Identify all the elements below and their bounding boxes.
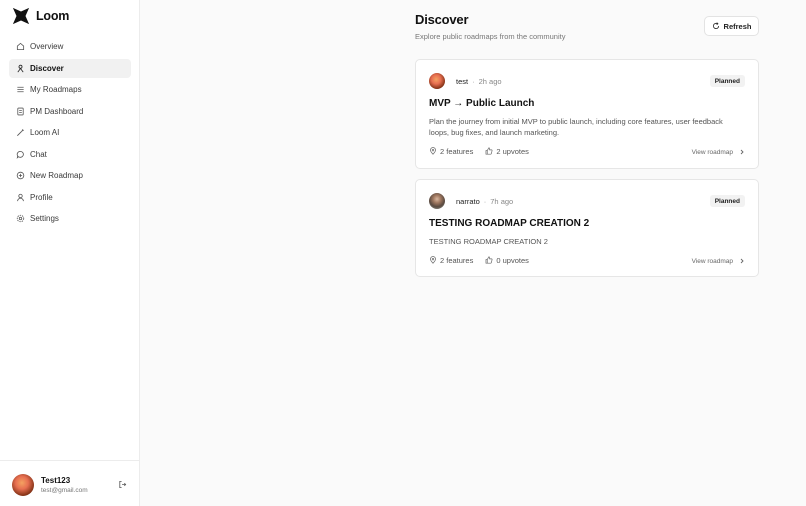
brand[interactable]: Loom bbox=[12, 7, 69, 25]
avatar[interactable] bbox=[12, 474, 34, 496]
features-label: 2 features bbox=[440, 146, 474, 156]
sidebar-nav: Overview Discover My Roadmaps PM Dashboa… bbox=[9, 37, 131, 231]
status-badge: Planned bbox=[709, 75, 745, 87]
upvotes-label: 2 upvotes bbox=[496, 146, 529, 156]
view-roadmap-link[interactable]: View roadmap bbox=[692, 147, 745, 157]
refresh-icon bbox=[712, 22, 719, 29]
sidebar-item-discover[interactable]: Discover bbox=[9, 58, 131, 78]
sidebar-item-pm-dashboard[interactable]: PM Dashboard bbox=[9, 102, 131, 121]
separator-dot: · bbox=[472, 76, 475, 86]
chevron-right-icon bbox=[740, 149, 744, 155]
author-avatar bbox=[429, 73, 445, 89]
upvotes-label: 0 upvotes bbox=[496, 255, 529, 265]
discover-icon bbox=[15, 63, 25, 73]
status-badge: Planned bbox=[709, 195, 745, 207]
home-icon bbox=[15, 42, 25, 52]
features-count: 2 features bbox=[429, 147, 473, 156]
sidebar-item-loom-ai[interactable]: Loom AI bbox=[9, 123, 131, 142]
sidebar-item-chat[interactable]: Chat bbox=[9, 145, 131, 164]
roadmap-title[interactable]: TESTING ROADMAP CREATION 2 bbox=[429, 218, 589, 229]
upvotes-count[interactable]: 0 upvotes bbox=[485, 256, 529, 265]
document-icon bbox=[15, 106, 25, 116]
upvotes-count[interactable]: 2 upvotes bbox=[485, 147, 529, 156]
sidebar-item-settings[interactable]: Settings bbox=[9, 209, 131, 228]
sidebar-item-label: Chat bbox=[30, 149, 47, 159]
card-meta-row: 2 features 2 upvotes bbox=[429, 146, 541, 156]
sidebar-item-my-roadmaps[interactable]: My Roadmaps bbox=[9, 80, 131, 99]
sidebar-item-label: Discover bbox=[30, 63, 64, 73]
sidebar-item-profile[interactable]: Profile bbox=[9, 188, 131, 207]
loom-logo-icon bbox=[12, 7, 30, 25]
separator-dot: · bbox=[483, 196, 487, 206]
post-time: 2h ago bbox=[478, 76, 502, 86]
chevron-right-icon bbox=[740, 258, 744, 264]
app-name: Loom bbox=[36, 9, 70, 23]
roadmap-card[interactable]: narrato · 7h ago Planned TESTING ROADMAP… bbox=[415, 179, 759, 277]
sidebar-item-label: PM Dashboard bbox=[30, 106, 84, 116]
author-avatar bbox=[429, 193, 445, 209]
user-panel: Test123 test@gmail.com bbox=[0, 460, 140, 506]
features-label: 2 features bbox=[440, 255, 474, 265]
plus-circle-icon bbox=[15, 171, 25, 181]
sidebar: Loom Overview Discover My Roadmaps PM Da… bbox=[0, 0, 140, 506]
thumbs-up-icon bbox=[485, 147, 493, 155]
sidebar-item-label: Overview bbox=[30, 42, 64, 51]
user-icon bbox=[15, 192, 25, 202]
roadmap-title[interactable]: MVP → Public Launch bbox=[429, 98, 534, 109]
sparkle-wand-icon bbox=[15, 128, 25, 138]
view-roadmap-label: View roadmap bbox=[691, 148, 733, 156]
thumbs-up-icon bbox=[485, 256, 493, 264]
roadmap-description: TESTING ROADMAP CREATION 2 bbox=[429, 237, 548, 246]
card-meta-row: 2 features 0 upvotes bbox=[429, 255, 541, 265]
logout-icon[interactable] bbox=[118, 480, 127, 489]
user-name: Test123 bbox=[41, 476, 71, 485]
author-name[interactable]: test bbox=[456, 77, 468, 86]
sidebar-item-new-roadmap[interactable]: New Roadmap bbox=[9, 166, 131, 185]
view-roadmap-label: View roadmap bbox=[691, 257, 733, 265]
refresh-label: Refresh bbox=[723, 21, 752, 31]
card-author-row: narrato · 7h ago bbox=[429, 193, 513, 209]
card-author-row: test · 2h ago bbox=[429, 73, 502, 89]
map-pin-icon bbox=[430, 256, 436, 264]
sidebar-item-label: Profile bbox=[30, 192, 53, 202]
list-icon bbox=[15, 85, 25, 95]
view-roadmap-link[interactable]: View roadmap bbox=[692, 256, 745, 266]
page-title: Discover bbox=[415, 12, 469, 27]
roadmap-description: Plan the journey from initial MVP to pub… bbox=[429, 117, 723, 137]
chat-icon bbox=[15, 149, 25, 159]
post-time: 7h ago bbox=[490, 196, 514, 206]
sidebar-item-label: Settings bbox=[30, 214, 59, 223]
sidebar-item-label: New Roadmap bbox=[30, 171, 83, 180]
page-subtitle: Explore public roadmaps from the communi… bbox=[415, 32, 566, 41]
features-count: 2 features bbox=[429, 256, 473, 265]
roadmap-card[interactable]: test · 2h ago Planned MVP → Public Launc… bbox=[415, 59, 759, 169]
gear-icon bbox=[15, 214, 25, 224]
user-email: test@gmail.com bbox=[41, 487, 88, 494]
sidebar-item-label: My Roadmaps bbox=[30, 85, 82, 94]
sidebar-item-label: Loom AI bbox=[30, 128, 60, 137]
author-name[interactable]: narrato bbox=[456, 197, 480, 206]
map-pin-icon bbox=[430, 147, 436, 155]
sidebar-item-overview[interactable]: Overview bbox=[9, 37, 131, 56]
refresh-button[interactable]: Refresh bbox=[704, 16, 759, 36]
